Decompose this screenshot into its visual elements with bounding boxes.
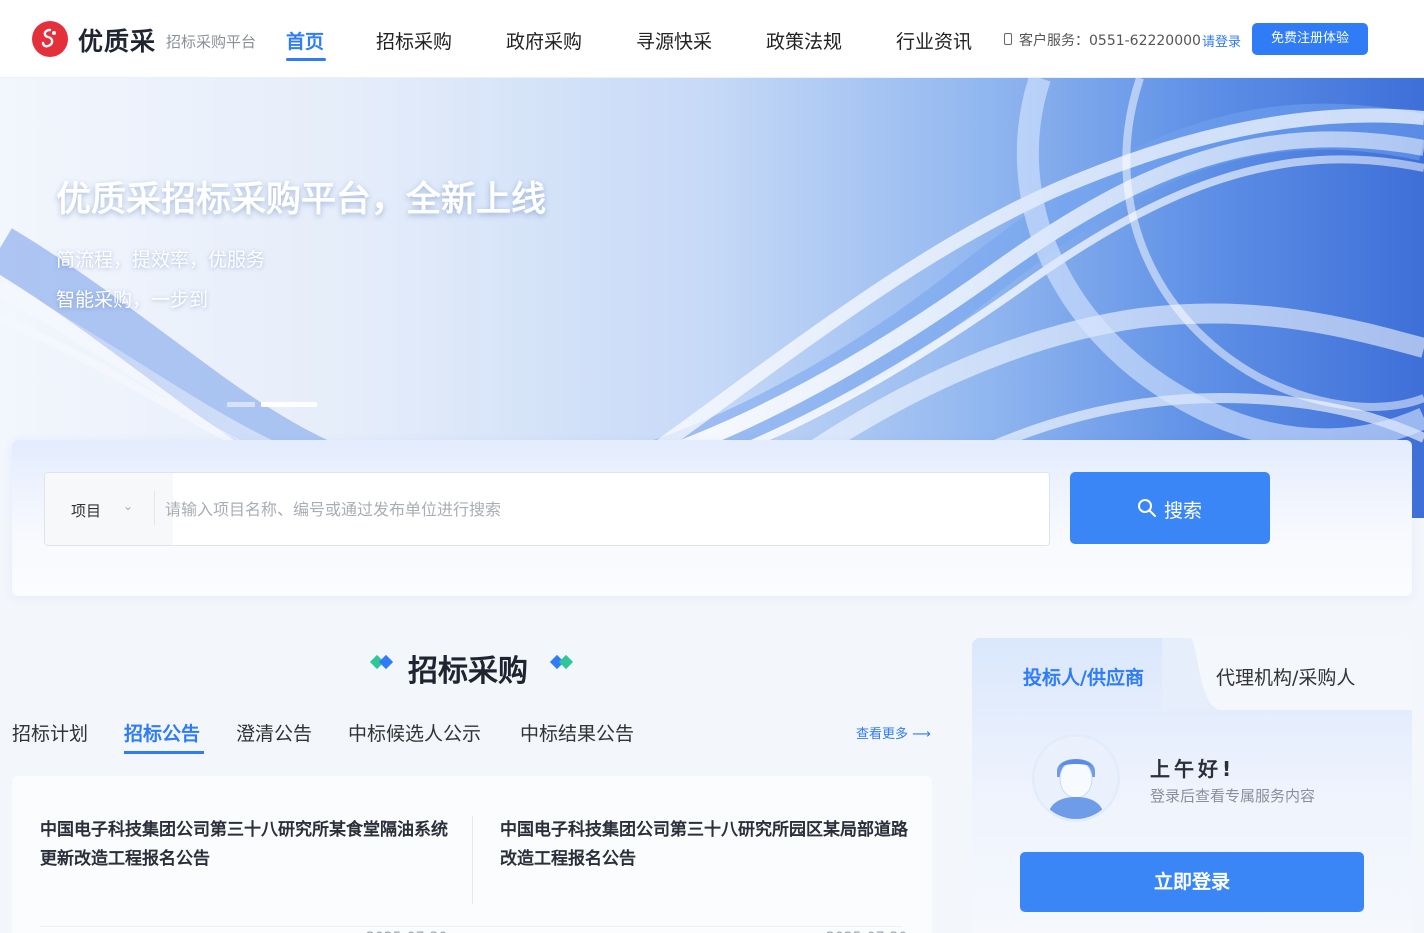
logo-subtitle: 招标采购平台	[166, 33, 257, 51]
tab-clarification[interactable]: 澄清公告	[236, 719, 312, 746]
tab-active-indicator	[124, 751, 204, 754]
register-button[interactable]: 免费注册体验	[1252, 23, 1368, 55]
carousel-dot-2[interactable]	[261, 402, 317, 407]
search-icon	[1138, 499, 1156, 517]
login-button[interactable]: 立即登录	[1020, 852, 1364, 912]
tab-candidate[interactable]: 中标候选人公示	[348, 719, 481, 746]
top-header: 优质采 招标采购平台 首页 招标采购 政府采购 寻源快采 政策法规 行业资讯 客…	[0, 0, 1424, 78]
notice-title: 中国电子科技集团公司第三十八研究所某食堂隔油系统更新改造工程报名公告	[40, 820, 448, 869]
nav-home[interactable]: 首页	[286, 27, 324, 54]
list-item[interactable]: 中国电子科技集团公司第三十八研究所某食堂隔油系统更新改造工程报名公告 2025-…	[40, 816, 460, 933]
logo-text[interactable]: 优质采	[78, 22, 156, 58]
logo-icon[interactable]	[32, 21, 68, 57]
login-link[interactable]: 请登录	[1202, 31, 1241, 50]
tab-bid-notice[interactable]: 招标公告	[124, 719, 200, 746]
banner-subtitle-2: 智能采购，一步到	[56, 289, 209, 311]
phone-icon	[1004, 33, 1012, 45]
diamond-icon	[378, 654, 394, 670]
notice-list: 中国电子科技集团公司第三十八研究所某食堂隔油系统更新改造工程报名公告 2025-…	[12, 776, 932, 933]
search-panel: 项目 ⌄ 搜索	[12, 440, 1412, 596]
search-button[interactable]: 搜索	[1070, 472, 1270, 544]
section-title: 招标采购	[408, 654, 528, 689]
nav-active-indicator	[286, 58, 326, 61]
search-button-label: 搜索	[1164, 500, 1203, 522]
banner-subtitle-1: 简流程，提效率，优服务	[56, 249, 266, 271]
user-avatar-icon	[1035, 737, 1117, 819]
nav-government[interactable]: 政府采购	[506, 27, 582, 54]
nav-bidding[interactable]: 招标采购	[376, 27, 452, 54]
greeting-text: 上午好!	[1150, 757, 1236, 781]
tab-slant	[1162, 638, 1222, 710]
nav-policy[interactable]: 政策法规	[766, 27, 842, 54]
search-divider	[154, 491, 155, 525]
tab-agency[interactable]: 代理机构/采购人	[1216, 663, 1355, 690]
banner-title: 优质采招标采购平台，全新上线	[56, 180, 547, 220]
nav-news[interactable]: 行业资讯	[896, 27, 972, 54]
search-box: 项目 ⌄	[44, 472, 1050, 546]
nav-sourcing[interactable]: 寻源快采	[636, 27, 712, 54]
search-input[interactable]	[165, 473, 1025, 545]
login-panel: 投标人/供应商 代理机构/采购人 上午好! 登录后查看专属服务内容 立即登录	[972, 638, 1412, 933]
tab-supplier[interactable]: 投标人/供应商	[1023, 663, 1144, 690]
divider	[40, 926, 902, 927]
diamond-icon	[558, 654, 574, 670]
list-item[interactable]: 中国电子科技集团公司第三十八研究所园区某局部道路改造工程报名公告 2025-07…	[500, 816, 920, 933]
greeting-subtitle: 登录后查看专属服务内容	[1150, 787, 1316, 805]
view-more-link[interactable]: 查看更多 ⟶	[856, 723, 931, 742]
column-divider	[472, 816, 473, 904]
avatar	[1032, 734, 1120, 822]
chevron-down-icon: ⌄	[123, 499, 134, 513]
carousel-dot-1[interactable]	[227, 402, 255, 407]
tab-result[interactable]: 中标结果公告	[520, 719, 634, 746]
search-type-label: 项目	[71, 502, 102, 520]
tab-bid-plan[interactable]: 招标计划	[12, 719, 88, 746]
customer-service-text: 客户服务：0551-62220000	[1019, 33, 1201, 49]
notice-title: 中国电子科技集团公司第三十八研究所园区某局部道路改造工程报名公告	[500, 820, 908, 869]
